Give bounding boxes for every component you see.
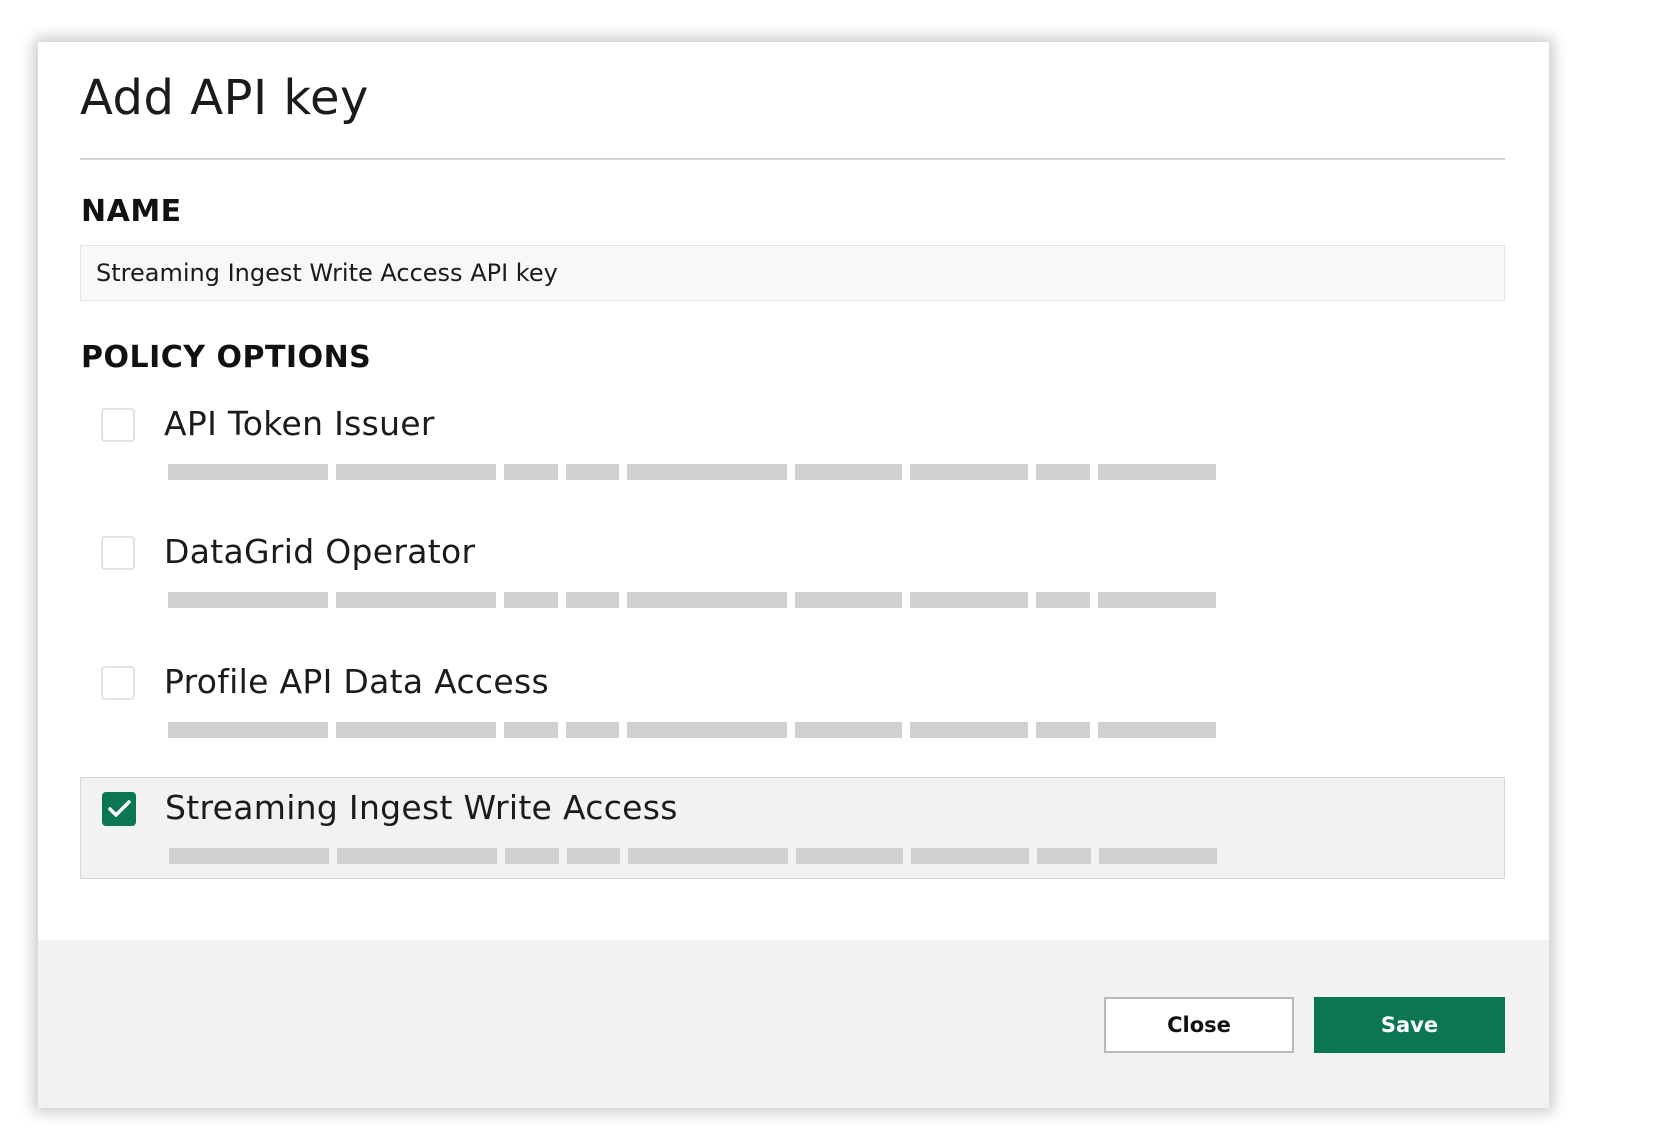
name-section-label: NAME: [81, 194, 182, 229]
checkbox-datagrid-operator[interactable]: [101, 536, 135, 570]
policy-options-label: POLICY OPTIONS: [81, 340, 372, 375]
policy-option-api-token-issuer[interactable]: API Token Issuer: [80, 394, 1505, 496]
policy-option-streaming-ingest-write-access[interactable]: Streaming Ingest Write Access: [80, 777, 1505, 879]
redacted-description: [169, 848, 1217, 864]
checkbox-streaming-ingest-write-access[interactable]: [102, 792, 136, 826]
policy-label: API Token Issuer: [164, 404, 435, 443]
checkmark-icon: [108, 800, 131, 817]
redacted-description: [168, 722, 1216, 738]
redacted-description: [168, 592, 1216, 608]
name-input[interactable]: [80, 245, 1505, 301]
title-divider: [80, 158, 1505, 160]
policy-option-datagrid-operator[interactable]: DataGrid Operator: [80, 522, 1505, 624]
policy-label: Streaming Ingest Write Access: [165, 788, 678, 827]
policy-label: DataGrid Operator: [164, 532, 476, 571]
checkbox-profile-api-data-access[interactable]: [101, 666, 135, 700]
policy-label: Profile API Data Access: [164, 662, 549, 701]
dialog-footer: Close Save: [38, 940, 1549, 1108]
redacted-description: [168, 464, 1216, 480]
policy-option-profile-api-data-access[interactable]: Profile API Data Access: [80, 652, 1505, 754]
dialog-title: Add API key: [80, 70, 369, 126]
add-api-key-dialog: Add API key NAME POLICY OPTIONS API Toke…: [38, 42, 1549, 1108]
save-button[interactable]: Save: [1314, 997, 1505, 1053]
close-button[interactable]: Close: [1104, 997, 1294, 1053]
checkbox-api-token-issuer[interactable]: [101, 408, 135, 442]
